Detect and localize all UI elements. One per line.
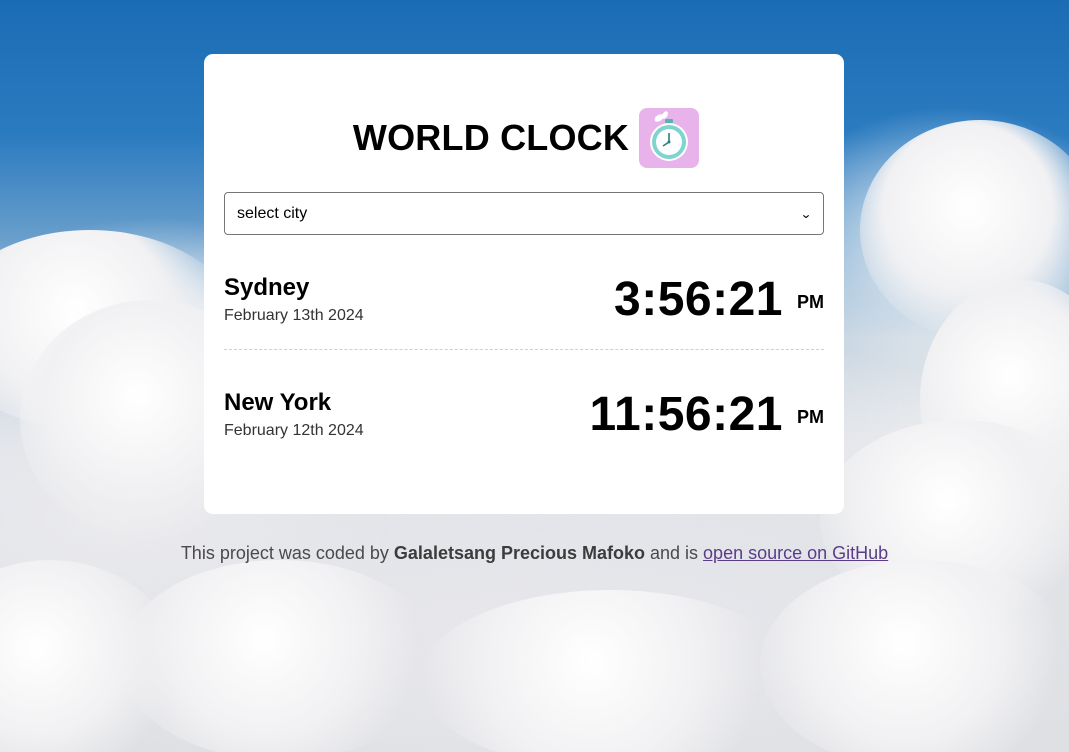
city-time-period: PM xyxy=(797,407,824,427)
city-time: 3:56:21 xyxy=(614,273,783,326)
world-clock-card: WORLD CLOCK select city ⌄ Sydney Februar… xyxy=(204,54,844,514)
chevron-down-icon: ⌄ xyxy=(799,206,813,221)
city-name: New York xyxy=(224,389,332,416)
city-time-period: PM xyxy=(797,292,824,312)
stopwatch-icon xyxy=(639,108,700,168)
city-date: February 13th 2024 xyxy=(224,307,364,324)
city-time: 11:56:21 xyxy=(589,388,783,441)
city-date: February 12th 2024 xyxy=(224,422,364,439)
city-time-group: 11:56:21 PM xyxy=(590,387,825,442)
city-row-sydney: Sydney February 13th 2024 3:56:21 PM xyxy=(224,272,824,344)
footer-author: Galaletsang Precious Mafoko xyxy=(393,543,645,563)
city-row-new-york: New York February 12th 2024 11:56:21 PM xyxy=(224,387,825,459)
footer-middle: and is xyxy=(645,543,704,563)
city-select[interactable]: select city ⌄ xyxy=(224,192,824,235)
city-divider xyxy=(224,349,824,350)
footer-prefix: This project was coded by xyxy=(180,543,394,563)
footer: This project was coded by Galaletsang Pr… xyxy=(0,543,1069,564)
page-title: WORLD CLOCK xyxy=(352,117,630,158)
city-time-group: 3:56:21 PM xyxy=(614,272,824,327)
github-link[interactable]: open source on GitHub xyxy=(703,543,888,563)
header: WORLD CLOCK xyxy=(204,108,844,168)
city-select-value: select city xyxy=(237,204,308,222)
city-name: Sydney xyxy=(224,274,310,301)
